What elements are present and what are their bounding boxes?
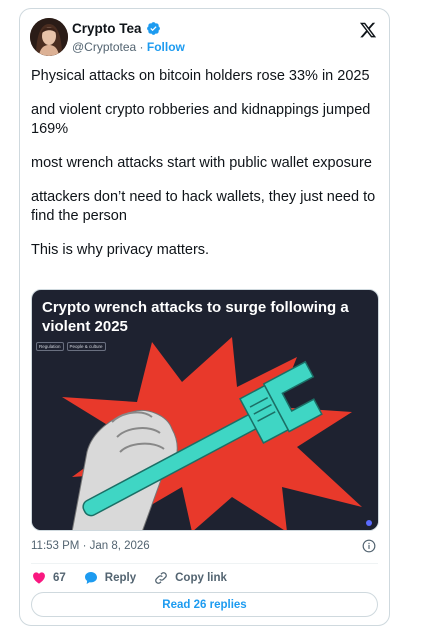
tweet-card: Crypto Tea @Cryptotea · Follow Physical …	[19, 8, 390, 626]
copy-link-button[interactable]: Copy link	[153, 570, 227, 586]
tweet-paragraph: attackers don’t need to hack wallets, th…	[31, 189, 376, 224]
tweet-text: Physical attacks on bitcoin holders rose…	[31, 67, 383, 275]
copy-link-label: Copy link	[175, 572, 227, 584]
verified-badge-icon	[146, 22, 160, 35]
x-logo-icon[interactable]	[359, 21, 377, 39]
reply-bubble-icon	[84, 572, 97, 584]
author-display-name[interactable]: Crypto Tea	[72, 21, 142, 36]
link-icon	[155, 572, 167, 584]
like-count: 67	[53, 572, 66, 584]
reply-label: Reply	[104, 572, 137, 584]
follow-button[interactable]: Follow	[147, 40, 185, 54]
action-bar: 67 Reply Copy link	[31, 570, 244, 586]
author-name-row: Crypto Tea	[72, 21, 161, 36]
media-headline: Crypto wrench attacks to surge following…	[42, 299, 349, 335]
reply-button[interactable]: Reply	[83, 570, 136, 586]
wrench-illustration	[32, 337, 378, 530]
divider	[31, 563, 378, 564]
author-handle-row: @Cryptotea · Follow	[72, 40, 185, 54]
tweet-timestamp[interactable]: 11:53 PM · Jan 8, 2026	[31, 540, 150, 552]
heart-icon	[33, 572, 45, 584]
tweet-paragraph: This is why privacy matters.	[31, 242, 210, 258]
like-button[interactable]: 67	[31, 570, 66, 586]
tweet-paragraph: Physical attacks on bitcoin holders rose…	[31, 68, 370, 84]
info-icon[interactable]	[362, 539, 376, 553]
handle-separator: ·	[136, 40, 147, 54]
media-info-dot	[366, 520, 372, 526]
media-tags: Regulation People & culture	[36, 342, 106, 351]
tweet-paragraph: most wrench attacks start with public wa…	[31, 155, 372, 171]
read-replies-button[interactable]: Read 26 replies	[31, 592, 378, 617]
avatar[interactable]	[30, 18, 68, 56]
media-tag: Regulation	[36, 342, 64, 351]
media-image[interactable]: Crypto wrench attacks to surge following…	[31, 289, 379, 531]
author-handle[interactable]: @Cryptotea	[72, 40, 136, 54]
tweet-paragraph: and violent crypto robberies and kidnapp…	[31, 102, 371, 137]
media-tag: People & culture	[66, 342, 106, 351]
